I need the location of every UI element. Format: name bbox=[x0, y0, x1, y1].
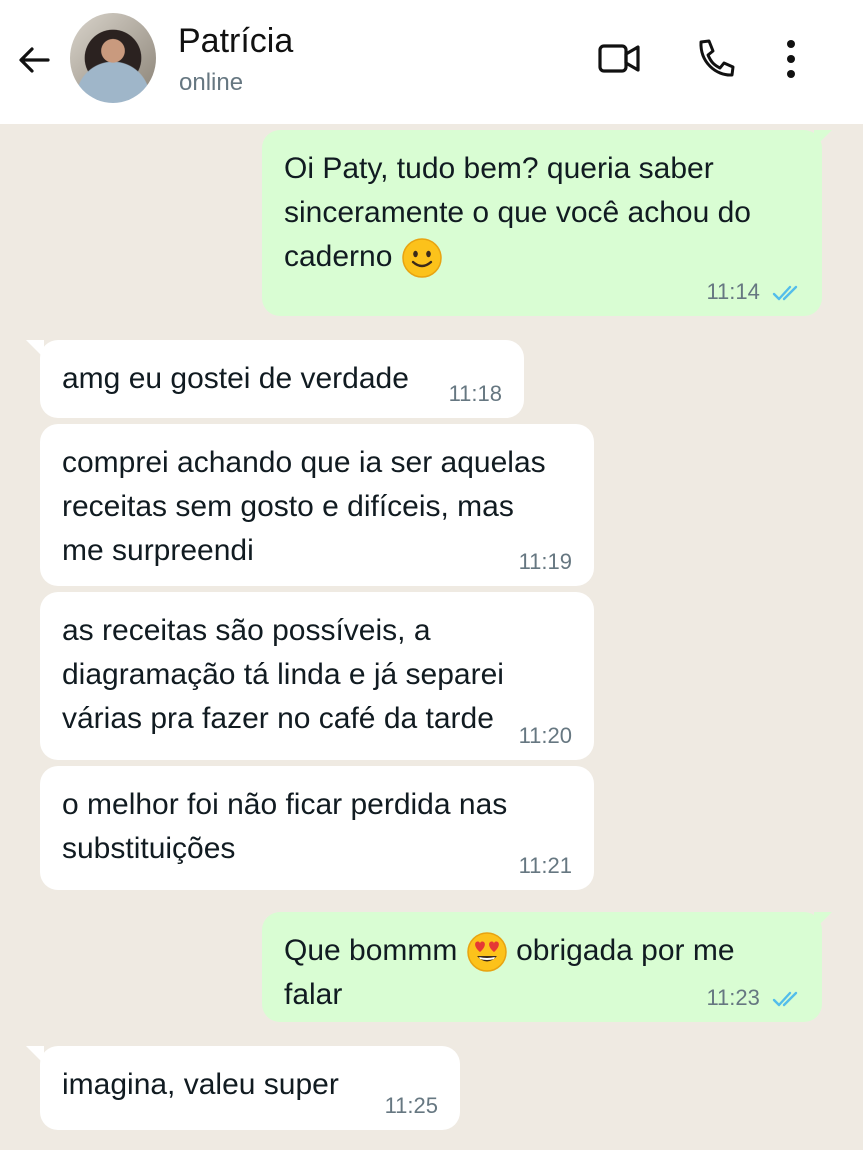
message-line: várias pra fazer no café da tarde bbox=[62, 702, 494, 735]
bubble-tail bbox=[26, 1046, 44, 1064]
contact-name[interactable]: Patrícia bbox=[178, 22, 293, 61]
outgoing-message[interactable]: Que bommm obrigada por me falar 11:23 bbox=[262, 912, 832, 1022]
smile-emoji bbox=[402, 238, 442, 278]
incoming-message[interactable]: o melhor foi não ficar perdida nas subst… bbox=[40, 766, 594, 890]
message-time: 11:21 bbox=[518, 853, 572, 878]
outgoing-message[interactable]: Oi Paty, tudo bem? queria saber sinceram… bbox=[262, 130, 832, 316]
message-list: Oi Paty, tudo bem? queria saber sinceram… bbox=[0, 124, 863, 1150]
chat-header: Patrícia online bbox=[0, 0, 863, 124]
incoming-message[interactable]: comprei achando que ia ser aquelas recei… bbox=[40, 424, 594, 586]
bubble-tail bbox=[814, 130, 832, 148]
timestamp: 11:14 bbox=[706, 279, 760, 304]
message-time: 11:23 bbox=[706, 986, 804, 1010]
message-line: imagina, valeu super bbox=[62, 1068, 339, 1101]
timestamp: 11:23 bbox=[706, 985, 760, 1010]
phone-icon[interactable] bbox=[692, 36, 738, 82]
message-line: Oi Paty, tudo bem? queria saber bbox=[284, 152, 714, 185]
back-arrow-icon[interactable] bbox=[14, 40, 54, 80]
incoming-message[interactable]: imagina, valeu super 11:25 bbox=[26, 1046, 460, 1130]
message-line-with-emoji: caderno bbox=[284, 235, 800, 279]
message-line: amg eu gostei de verdade bbox=[62, 362, 409, 395]
more-vert-icon[interactable] bbox=[768, 36, 814, 82]
message-line: o melhor foi não ficar perdida nas bbox=[62, 788, 508, 821]
message-line: as receitas são possíveis, a bbox=[62, 614, 431, 647]
message-time: 11:20 bbox=[518, 723, 572, 748]
double-check-icon bbox=[772, 285, 798, 301]
message-text: Que bommm bbox=[284, 934, 458, 967]
incoming-message[interactable]: amg eu gostei de verdade 11:18 bbox=[26, 340, 524, 418]
message-line: comprei achando que ia ser aquelas bbox=[62, 446, 546, 479]
message-line: caderno bbox=[284, 240, 393, 273]
heart-eyes-emoji bbox=[466, 932, 507, 972]
video-call-icon[interactable] bbox=[596, 36, 642, 82]
incoming-message[interactable]: as receitas são possíveis, a diagramação… bbox=[40, 592, 594, 760]
message-time: 11:19 bbox=[518, 549, 572, 574]
message-line: sinceramente o que você achou do bbox=[284, 196, 751, 229]
message-line: me surpreendi bbox=[62, 534, 254, 567]
message-time: 11:14 bbox=[706, 280, 804, 304]
bubble-tail bbox=[814, 912, 832, 930]
contact-status: online bbox=[179, 69, 244, 96]
double-check-icon bbox=[772, 991, 798, 1007]
message-time: 11:18 bbox=[448, 381, 502, 406]
message-line: receitas sem gosto e difíceis, mas bbox=[62, 490, 514, 523]
message-line: substituições bbox=[62, 832, 236, 865]
avatar[interactable] bbox=[70, 13, 156, 103]
message-time: 11:25 bbox=[384, 1093, 438, 1118]
message-line: diagramação tá linda e já separei bbox=[62, 658, 504, 691]
bubble-tail bbox=[26, 340, 44, 358]
